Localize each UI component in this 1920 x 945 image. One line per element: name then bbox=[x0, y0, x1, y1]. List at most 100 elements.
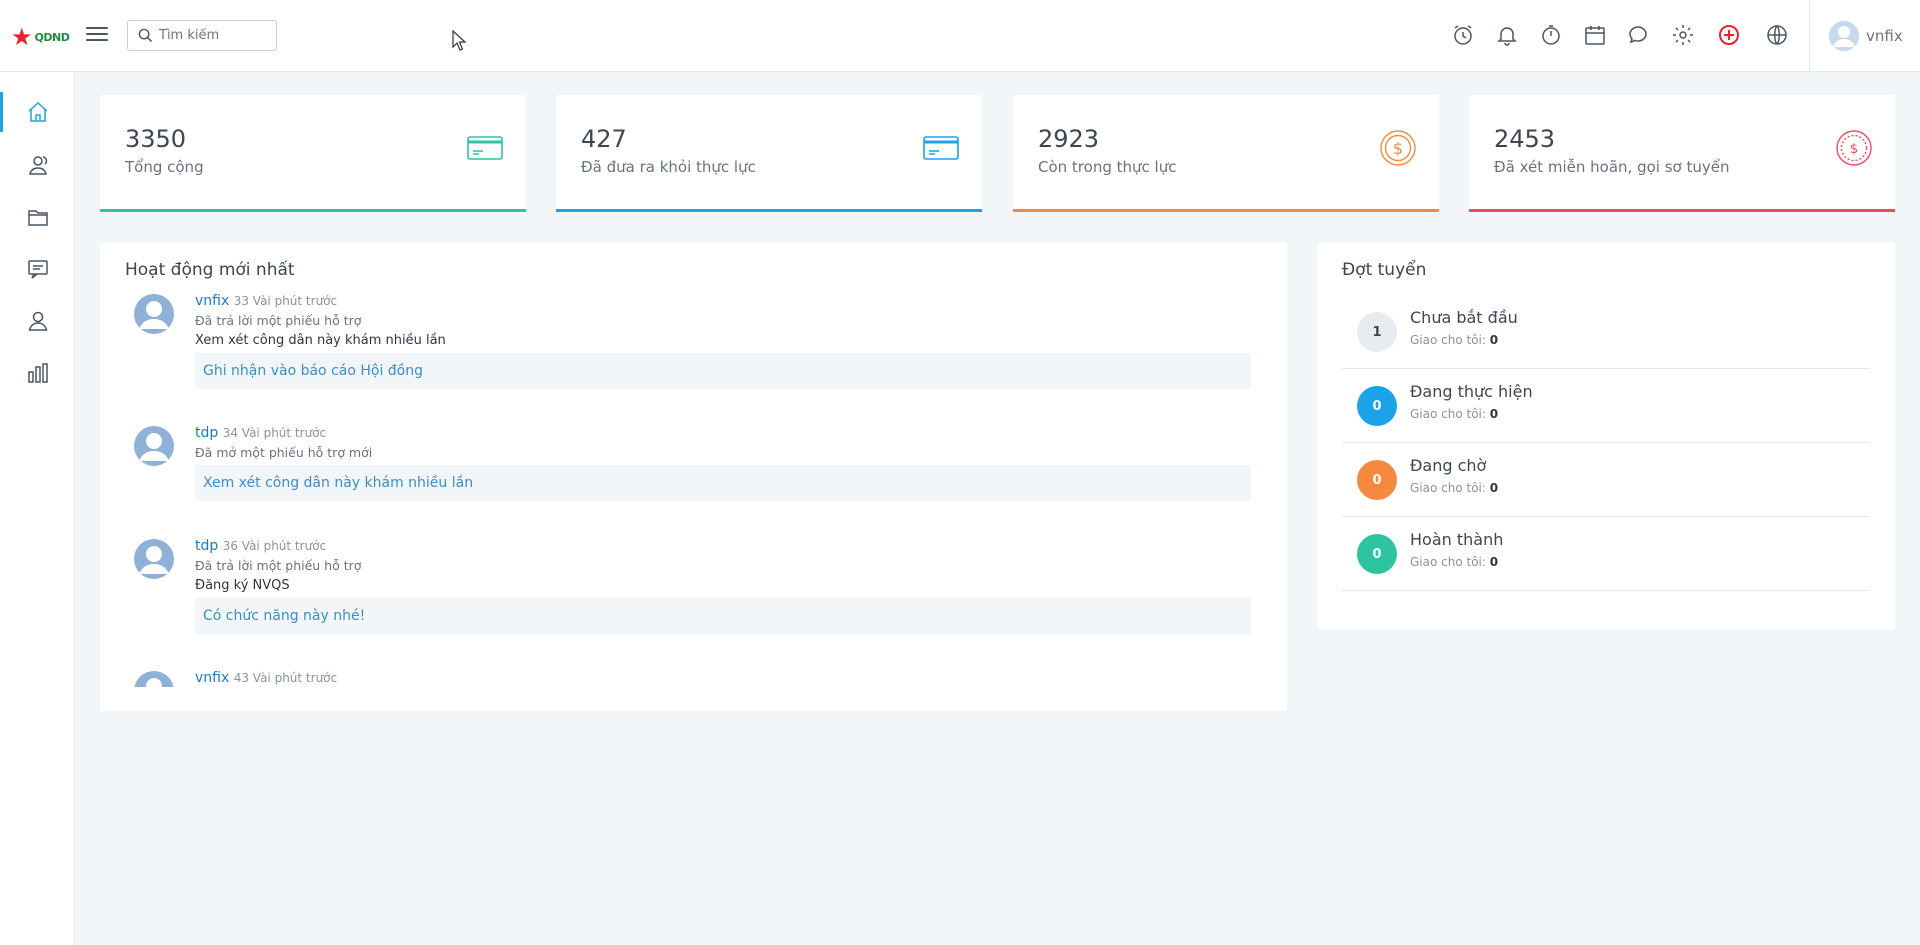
activity-action: Đã mở một phiếu hỗ trợ mới bbox=[195, 445, 373, 460]
status-name: Đang thực hiện bbox=[1410, 382, 1533, 401]
user-menu[interactable]: vnfix bbox=[1828, 20, 1903, 52]
assigned-count: 0 bbox=[1489, 333, 1499, 347]
activity-user-link[interactable]: vnfix bbox=[195, 670, 229, 686]
comments-icon bbox=[27, 260, 48, 279]
alarm-icon[interactable] bbox=[1448, 20, 1478, 50]
globe-icon[interactable] bbox=[1762, 20, 1792, 50]
activity-user-link[interactable]: tdp bbox=[195, 538, 218, 554]
calendar-icon[interactable] bbox=[1580, 20, 1610, 50]
bar-chart-icon bbox=[27, 363, 48, 383]
avatar bbox=[1829, 21, 1859, 51]
stat-label: Còn trong thực lực bbox=[1038, 158, 1177, 176]
stat-accent-bar bbox=[1469, 209, 1895, 212]
card-icon bbox=[923, 136, 959, 160]
user-icon bbox=[28, 311, 47, 331]
status-badge: 0 bbox=[1357, 534, 1397, 574]
stat-card-removed[interactable]: 427 Đã đưa ra khỏi thực lực bbox=[556, 95, 982, 212]
recruitment-status-row[interactable]: 1 Chưa bắt đầu Giao cho tôi: 0 bbox=[1342, 295, 1870, 369]
status-badge: 0 bbox=[1357, 386, 1397, 426]
timer-icon[interactable] bbox=[1536, 20, 1566, 50]
activity-time: 33 Vài phút trước bbox=[233, 294, 338, 308]
recruitment-status-row[interactable]: 0 Đang thực hiện Giao cho tôi: 0 bbox=[1342, 369, 1870, 443]
chat-icon[interactable] bbox=[1624, 20, 1654, 50]
sidebar-item-home[interactable] bbox=[0, 88, 75, 136]
avatar bbox=[134, 294, 174, 334]
assigned-label: Giao cho tôi: bbox=[1410, 555, 1486, 569]
stat-label: Đã xét miễn hoãn, gọi sơ tuyển bbox=[1494, 158, 1730, 176]
activity-quote[interactable]: Ghi nhận vào báo cáo Hội đồng bbox=[195, 353, 1251, 389]
add-circle-icon[interactable] bbox=[1714, 20, 1744, 50]
user-name: vnfix bbox=[1866, 27, 1903, 45]
activity-subject: Xem xét công dân này khám nhiều lần bbox=[195, 333, 446, 348]
activity-list[interactable]: vnfix 33 Vài phút trước Đã trả lời một p… bbox=[100, 293, 1287, 687]
sidebar-item-support[interactable] bbox=[0, 245, 75, 293]
activity-action: Đã trả lời một phiếu hỗ trợ bbox=[195, 558, 362, 573]
assigned-label: Giao cho tôi: bbox=[1410, 481, 1486, 495]
svg-text:$: $ bbox=[1393, 139, 1403, 158]
activity-panel: Hoạt động mới nhất vnfix 33 Vài phút trư… bbox=[100, 243, 1287, 711]
sidebar-item-profile[interactable] bbox=[0, 297, 75, 345]
assigned-count: 0 bbox=[1489, 407, 1499, 421]
gear-icon[interactable] bbox=[1668, 20, 1698, 50]
stat-label: Tổng cộng bbox=[125, 158, 204, 176]
assigned-count: 0 bbox=[1489, 481, 1499, 495]
search-icon bbox=[138, 28, 153, 43]
activity-panel-title: Hoạt động mới nhất bbox=[125, 260, 295, 280]
recruitment-panel-title: Đợt tuyển bbox=[1342, 260, 1427, 280]
status-name: Đang chờ bbox=[1410, 456, 1487, 475]
stat-value: 2453 bbox=[1494, 125, 1556, 153]
star-icon: ★ bbox=[11, 23, 33, 51]
status-assigned: Giao cho tôi: 0 bbox=[1410, 407, 1498, 421]
stat-accent-bar bbox=[1013, 209, 1439, 212]
activity-header: tdp 36 Vài phút trước bbox=[195, 538, 326, 554]
dollar-coin-icon: $ bbox=[1380, 130, 1416, 166]
top-bar: ★ QDND vnfix bbox=[0, 0, 1920, 72]
user-separator bbox=[1809, 0, 1810, 72]
activity-user-link[interactable]: tdp bbox=[195, 425, 218, 441]
activity-action: Đã trả lời một phiếu hỗ trợ bbox=[195, 313, 362, 328]
sidebar-item-files[interactable] bbox=[0, 193, 75, 241]
avatar bbox=[134, 426, 174, 466]
stat-label: Đã đưa ra khỏi thực lực bbox=[581, 158, 756, 176]
stat-accent-bar bbox=[556, 209, 982, 212]
search-input[interactable] bbox=[159, 28, 259, 43]
mouse-cursor-icon bbox=[452, 30, 466, 51]
search-box[interactable] bbox=[127, 20, 277, 51]
avatar bbox=[134, 539, 174, 579]
menu-toggle-icon[interactable] bbox=[86, 24, 108, 44]
status-assigned: Giao cho tôi: 0 bbox=[1410, 555, 1498, 569]
home-icon bbox=[28, 101, 47, 122]
stat-card-remaining[interactable]: 2923 Còn trong thực lực $ bbox=[1013, 95, 1439, 212]
activity-quote[interactable]: Có chức năng này nhé! bbox=[195, 598, 1251, 634]
sidebar-item-users[interactable] bbox=[0, 141, 75, 189]
brand-logo-text: QDND bbox=[34, 30, 70, 44]
bell-icon[interactable] bbox=[1492, 20, 1522, 50]
assigned-label: Giao cho tôi: bbox=[1410, 407, 1486, 421]
stat-accent-bar bbox=[100, 209, 526, 212]
status-name: Hoàn thành bbox=[1410, 530, 1504, 549]
dollar-dotted-icon: $ bbox=[1836, 130, 1872, 166]
users-icon bbox=[28, 156, 47, 175]
recruitment-panel: Đợt tuyển 1 Chưa bắt đầu Giao cho tôi: 0… bbox=[1317, 243, 1895, 629]
activity-header: vnfix 43 Vài phút trước bbox=[195, 670, 337, 686]
assigned-label: Giao cho tôi: bbox=[1410, 333, 1486, 347]
activity-header: tdp 34 Vài phút trước bbox=[195, 425, 326, 441]
svg-text:$: $ bbox=[1850, 142, 1858, 157]
card-icon bbox=[467, 136, 503, 160]
sidebar-item-reports[interactable] bbox=[0, 349, 75, 397]
activity-quote[interactable]: Xem xét công dân này khám nhiều lần bbox=[195, 465, 1251, 501]
recruitment-status-row[interactable]: 0 Hoàn thành Giao cho tôi: 0 bbox=[1342, 517, 1870, 591]
status-assigned: Giao cho tôi: 0 bbox=[1410, 481, 1498, 495]
stat-value: 427 bbox=[581, 125, 627, 153]
recruitment-status-row[interactable]: 0 Đang chờ Giao cho tôi: 0 bbox=[1342, 443, 1870, 517]
status-name: Chưa bắt đầu bbox=[1410, 308, 1518, 327]
avatar bbox=[134, 671, 174, 687]
stat-card-total[interactable]: 3350 Tổng cộng bbox=[100, 95, 526, 212]
stat-card-exempt[interactable]: 2453 Đã xét miễn hoãn, gọi sơ tuyển $ bbox=[1469, 95, 1895, 212]
folder-icon bbox=[27, 210, 48, 226]
brand-logo[interactable]: ★ QDND bbox=[11, 23, 70, 51]
status-assigned: Giao cho tôi: 0 bbox=[1410, 333, 1498, 347]
activity-user-link[interactable]: vnfix bbox=[195, 293, 229, 309]
activity-subject: Đăng ký NVQS bbox=[195, 578, 290, 593]
activity-time: 43 Vài phút trước bbox=[233, 671, 338, 685]
